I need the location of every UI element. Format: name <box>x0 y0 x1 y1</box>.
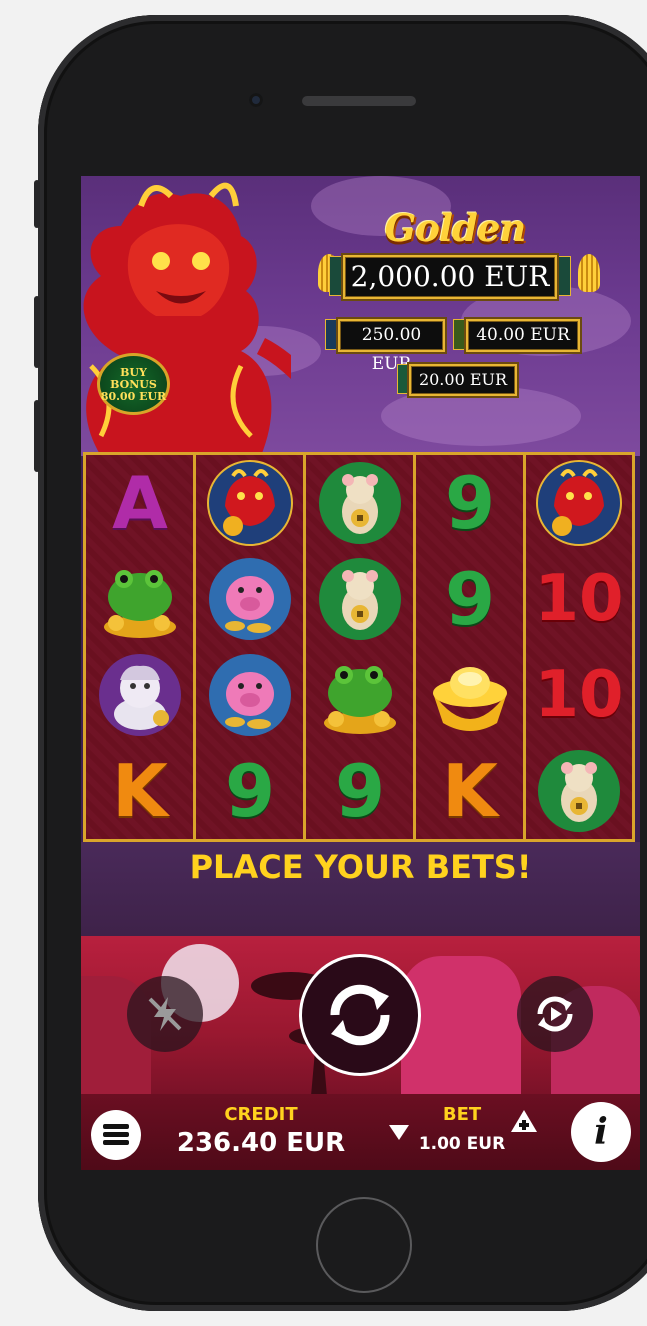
phone-camera <box>249 93 263 107</box>
gold-ingot-icon <box>433 667 507 731</box>
bet-value: 1.00 EUR <box>418 1134 506 1154</box>
phone-volume-down <box>34 400 40 472</box>
pig-icon <box>225 672 274 729</box>
dragon-icon <box>552 469 604 536</box>
symbol-10: 10 <box>534 658 624 732</box>
buy-bonus-button[interactable]: BUY BONUS 80.00 EUR <box>97 353 170 415</box>
reel-symbol <box>310 455 410 551</box>
jackpot-grand: 2,000.00 EUR <box>343 255 557 299</box>
reel-symbol: 9 <box>200 743 300 839</box>
minor-tag <box>453 319 467 350</box>
plus-icon <box>511 1110 537 1132</box>
dragon-icon <box>223 469 275 536</box>
reel-symbol: 9 <box>420 455 520 551</box>
dragon-icon <box>83 182 291 456</box>
grand-tag-left <box>329 256 343 296</box>
toad-icon <box>324 666 396 734</box>
reel-symbol <box>200 551 300 647</box>
reel-symbol <box>310 647 410 743</box>
rat-icon <box>342 570 378 630</box>
reel-symbol: 10 <box>529 647 629 743</box>
buy-bonus-label: BUY BONUS <box>110 366 157 391</box>
reel-symbol: A <box>90 455 190 551</box>
credit-label: CREDIT <box>224 1104 298 1125</box>
reel-symbol <box>90 551 190 647</box>
symbol-9: 9 <box>444 461 496 545</box>
symbol-9: 9 <box>334 749 386 833</box>
reel-1: A K <box>86 455 196 839</box>
credit-value: 236.40 EUR <box>176 1128 346 1158</box>
lightning-off-icon <box>148 997 182 1031</box>
bet-increase-button[interactable] <box>509 1108 539 1134</box>
phone-side-button <box>34 180 40 228</box>
reel-symbol <box>200 455 300 551</box>
spin-button[interactable] <box>299 954 421 1076</box>
pig-icon <box>225 576 274 633</box>
reel-symbol <box>90 647 190 743</box>
reel-5: 10 10 <box>526 455 632 839</box>
symbol-10: 10 <box>534 562 624 636</box>
spin-arrows-icon <box>330 984 390 1046</box>
reel-4: 9 9 K <box>416 455 526 839</box>
reel-3: 9 <box>306 455 416 839</box>
bet-label: BET <box>442 1104 482 1125</box>
phone-home-button[interactable] <box>316 1197 412 1293</box>
phone-speaker <box>302 96 416 106</box>
symbol-9: 9 <box>224 749 276 833</box>
jackpot-minor: 40.00 EUR <box>466 319 580 352</box>
bottom-bar <box>81 1094 640 1170</box>
symbol-k: K <box>112 749 168 833</box>
reel-symbol <box>529 743 629 839</box>
reel-2: 9 <box>196 455 306 839</box>
jackpot-major: 250.00 EUR <box>338 319 445 374</box>
reel-symbol <box>529 455 629 551</box>
info-icon: i <box>594 1111 608 1153</box>
symbol-a: A <box>112 461 168 545</box>
jackpot-mini: 20.00 EUR <box>409 364 517 396</box>
reel-symbol <box>200 647 300 743</box>
reel-symbol: 9 <box>310 743 410 839</box>
symbol-9: 9 <box>444 557 496 641</box>
rat-icon <box>561 762 597 822</box>
reels-area: A K 9 9 9 9 K 10 10 <box>83 452 635 842</box>
menu-button[interactable] <box>91 1110 141 1160</box>
reel-symbol: 9 <box>420 551 520 647</box>
buy-bonus-price: 80.00 EUR <box>100 390 167 403</box>
game-screen: Golden Treasures 2,000.00 EUR 250.00 EUR… <box>81 176 640 1170</box>
reel-symbol: 10 <box>529 551 629 647</box>
foo-dog-icon <box>114 665 169 730</box>
reel-symbol: K <box>420 743 520 839</box>
autoplay-icon <box>537 996 573 1032</box>
phone-volume-up <box>34 296 40 368</box>
info-button[interactable]: i <box>571 1102 631 1162</box>
grand-tag-right <box>557 256 571 296</box>
symbol-k: K <box>442 749 498 833</box>
turbo-button[interactable] <box>127 976 203 1052</box>
autoplay-button[interactable] <box>517 976 593 1052</box>
toad-icon <box>104 570 176 638</box>
menu-icon <box>103 1124 129 1145</box>
reel-symbol <box>420 647 520 743</box>
major-tag <box>325 319 339 350</box>
reel-symbol <box>310 551 410 647</box>
grand-fan-right-icon <box>578 254 600 292</box>
rat-icon <box>342 474 378 534</box>
status-message: PLACE YOUR BETS! <box>189 848 532 886</box>
reel-symbol: K <box>90 743 190 839</box>
